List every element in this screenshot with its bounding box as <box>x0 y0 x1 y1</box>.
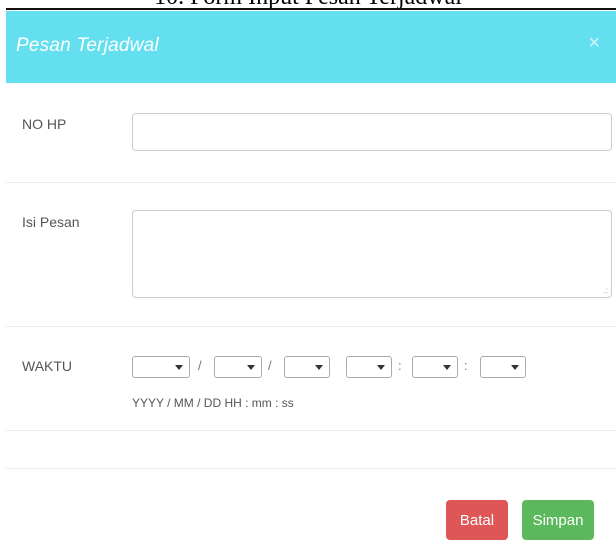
no-hp-label: NO HP <box>22 116 67 132</box>
close-icon[interactable]: × <box>588 33 600 53</box>
save-button[interactable]: Simpan <box>522 500 594 540</box>
year-select[interactable] <box>132 356 190 378</box>
cancel-button[interactable]: Batal <box>446 500 508 540</box>
footer-divider <box>6 468 616 469</box>
isi-pesan-textarea[interactable]: .: <box>132 210 612 298</box>
second-select[interactable] <box>480 356 526 378</box>
chevron-down-icon <box>443 365 451 370</box>
modal-header: Pesan Terjadwal × <box>6 11 616 83</box>
chevron-down-icon <box>315 365 323 370</box>
divider <box>6 326 616 327</box>
minute-select[interactable] <box>412 356 458 378</box>
no-hp-input[interactable] <box>132 113 612 151</box>
date-separator: / <box>198 358 202 373</box>
isi-pesan-label: Isi Pesan <box>22 214 80 230</box>
modal-dialog: Pesan Terjadwal × NO HP Isi Pesan .: WAK… <box>6 10 616 559</box>
time-separator: : <box>464 358 468 373</box>
chevron-down-icon <box>247 365 255 370</box>
chevron-down-icon <box>175 365 183 370</box>
date-separator: / <box>268 358 272 373</box>
resize-grip-icon[interactable]: .: <box>604 287 608 295</box>
waktu-label: WAKTU <box>22 358 73 374</box>
month-select[interactable] <box>214 356 262 378</box>
chevron-down-icon <box>511 365 519 370</box>
hour-select[interactable] <box>346 356 392 378</box>
time-separator: : <box>398 358 402 373</box>
waktu-format-hint: YYYY / MM / DD HH : mm : ss <box>132 396 294 410</box>
modal-title: Pesan Terjadwal <box>16 35 159 56</box>
divider <box>6 182 616 183</box>
chevron-down-icon <box>377 365 385 370</box>
day-select[interactable] <box>284 356 330 378</box>
divider <box>6 430 616 431</box>
